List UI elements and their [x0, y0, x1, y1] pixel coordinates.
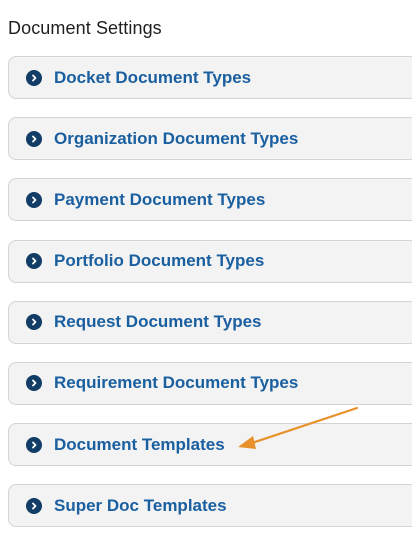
settings-item-label: Super Doc Templates	[54, 495, 227, 515]
settings-item-super-doc-templates[interactable]: Super Doc Templates	[8, 484, 412, 528]
settings-item-document-templates[interactable]: Document Templates	[8, 423, 412, 467]
settings-item-label: Docket Document Types	[54, 67, 252, 87]
chevron-right-circle-icon	[26, 436, 42, 453]
chevron-right-circle-icon	[26, 253, 42, 270]
page-title: Document Settings	[8, 18, 162, 38]
settings-item-portfolio-document-types[interactable]: Portfolio Document Types	[8, 239, 412, 283]
settings-item-label: Document Templates	[54, 434, 225, 454]
chevron-right-circle-icon	[26, 191, 42, 208]
settings-item-label: Requirement Document Types	[54, 373, 299, 393]
chevron-right-circle-icon	[26, 69, 42, 86]
settings-item-request-document-types[interactable]: Request Document Types	[8, 300, 412, 344]
settings-list: Docket Document Types Organization Docum…	[8, 56, 412, 546]
chevron-right-circle-icon	[26, 375, 42, 392]
settings-item-requirement-document-types[interactable]: Requirement Document Types	[8, 361, 412, 405]
settings-item-payment-document-types[interactable]: Payment Document Types	[8, 178, 412, 222]
chevron-right-circle-icon	[26, 314, 42, 331]
settings-item-label: Portfolio Document Types	[54, 251, 265, 271]
settings-item-label: Organization Document Types	[54, 128, 299, 148]
settings-item-label: Request Document Types	[54, 312, 262, 332]
settings-item-docket-document-types[interactable]: Docket Document Types	[8, 56, 412, 99]
settings-item-organization-document-types[interactable]: Organization Document Types	[8, 117, 412, 161]
chevron-right-circle-icon	[26, 130, 42, 147]
chevron-right-circle-icon	[26, 497, 42, 514]
settings-item-label: Payment Document Types	[54, 189, 266, 209]
